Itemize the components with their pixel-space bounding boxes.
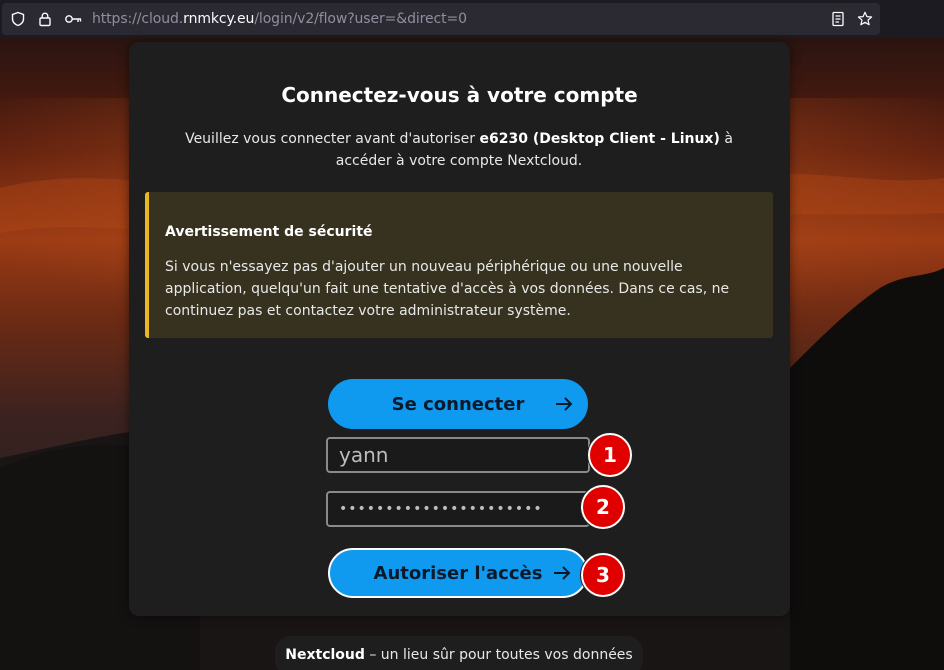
browser-toolbar: https://cloud.rnmkcy.eu/login/v2/flow?us… bbox=[0, 0, 944, 38]
footer-brand: Nextcloud bbox=[285, 647, 365, 663]
warning-body: Si vous n'essayez pas d'ajouter un nouve… bbox=[165, 259, 730, 319]
authorize-button-label: Autoriser l'accès bbox=[373, 562, 543, 584]
reader-mode-icon[interactable] bbox=[830, 11, 846, 27]
connect-button-label: Se connecter bbox=[391, 393, 525, 415]
page-title: Connectez-vous à votre compte bbox=[281, 83, 638, 107]
username-value: yann bbox=[339, 443, 389, 467]
url-text[interactable]: https://cloud.rnmkcy.eu/login/v2/flow?us… bbox=[92, 11, 467, 27]
warning-title: Avertissement de sécurité bbox=[165, 224, 373, 240]
password-value: •••••••••••••••••••••• bbox=[339, 501, 543, 517]
username-field[interactable]: yann bbox=[326, 437, 590, 473]
step-badge-1: 1 bbox=[588, 433, 632, 477]
bookmark-star-icon[interactable] bbox=[857, 11, 873, 27]
arrow-right-icon bbox=[556, 397, 573, 411]
shield-icon[interactable] bbox=[10, 11, 26, 27]
authorize-access-button[interactable]: Autoriser l'accès bbox=[328, 548, 588, 598]
arrow-right-icon bbox=[554, 566, 571, 580]
step-badge-2: 2 bbox=[581, 485, 625, 529]
connect-button[interactable]: Se connecter bbox=[328, 379, 588, 429]
footer: Nextcloud – un lieu sûr pour toutes vos … bbox=[275, 636, 643, 670]
authorization-description: Veuillez vous connecter avant d'autorise… bbox=[185, 131, 733, 169]
address-bar[interactable]: https://cloud.rnmkcy.eu/login/v2/flow?us… bbox=[2, 3, 880, 35]
step-badge-3: 3 bbox=[581, 553, 625, 597]
security-warning: Avertissement de sécurité Si vous n'essa… bbox=[145, 192, 773, 338]
key-icon[interactable] bbox=[64, 11, 82, 27]
login-card: Connectez-vous à votre compte Veuillez v… bbox=[129, 42, 790, 616]
footer-tagline: – un lieu sûr pour toutes vos données bbox=[364, 647, 633, 663]
password-field[interactable]: •••••••••••••••••••••• bbox=[326, 491, 590, 527]
client-name: e6230 (Desktop Client - Linux) bbox=[479, 131, 720, 147]
lock-icon[interactable] bbox=[37, 11, 53, 27]
